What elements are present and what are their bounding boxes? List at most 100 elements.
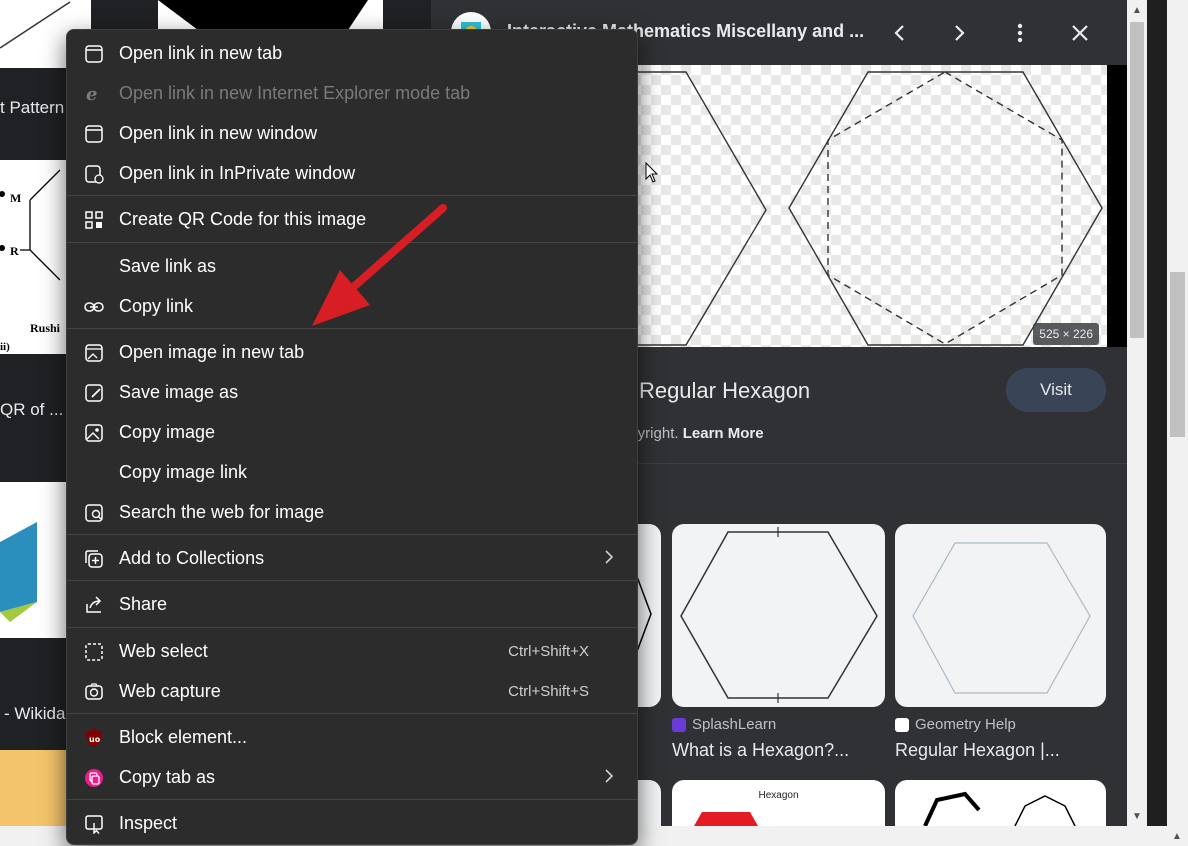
menu-item-copy-link[interactable]: Copy link — [67, 286, 637, 326]
inspect-icon — [83, 813, 105, 835]
result-thumbnail[interactable]: M R Rushi ii) — [0, 160, 66, 354]
page-scroll-up-icon[interactable]: ▲ — [1167, 826, 1187, 846]
menu-item-label: Open link in new Internet Explorer mode … — [119, 82, 471, 103]
page-scroll-thumb[interactable] — [1170, 272, 1185, 437]
menu-item-open-link-new-tab[interactable]: Open link in new tab — [67, 33, 637, 73]
link-icon — [83, 296, 105, 318]
menu-item-label: Create QR Code for this image — [119, 208, 367, 229]
geometry-help-icon — [895, 717, 909, 732]
menu-item-label: Save image as — [119, 381, 239, 402]
related-thumbnail[interactable] — [672, 524, 885, 707]
menu-separator — [67, 627, 637, 628]
copy-tab-extension-icon — [83, 767, 105, 789]
result-title[interactable]: ff Regular Hexagon — [621, 378, 810, 404]
new-window-icon — [83, 123, 105, 145]
result-thumbnail[interactable] — [0, 482, 66, 638]
menu-item-label: Open link in new tab — [119, 42, 283, 63]
menu-item-label: Copy image link — [119, 461, 248, 482]
background-thumbnail[interactable] — [158, 0, 383, 30]
copyright-notice: opyright. Learn More — [621, 425, 764, 442]
menu-item-label: Open image in new tab — [119, 341, 305, 362]
menu-item-open-image-new-tab[interactable]: Open image in new tab — [67, 332, 637, 372]
figure-label: M — [10, 191, 21, 205]
menu-separator — [67, 799, 637, 800]
related-source[interactable]: SplashLearn — [672, 716, 776, 733]
shortcut-text: Ctrl+Shift+S — [508, 682, 589, 700]
menu-item-label: Open link in new window — [119, 122, 318, 143]
share-icon — [83, 594, 105, 616]
menu-item-label: Inspect — [119, 812, 178, 833]
related-caption[interactable]: Regular Hexagon |... — [895, 740, 1060, 761]
menu-separator — [67, 580, 637, 581]
shortcut-text: Ctrl+Shift+X — [508, 642, 589, 660]
related-caption[interactable]: What is a Hexagon?... — [672, 740, 849, 761]
scroll-thumb[interactable] — [1130, 22, 1144, 338]
menu-separator — [67, 713, 637, 714]
chevron-right-icon — [605, 550, 614, 564]
related-source[interactable]: Geometry Help — [895, 716, 1016, 733]
qr-code-icon — [83, 209, 105, 231]
menu-item-web-select[interactable]: Web select Ctrl+Shift+X — [67, 631, 637, 671]
menu-item-copy-tab-as[interactable]: Copy tab as — [67, 757, 637, 797]
menu-item-label: Open link in InPrivate window — [119, 162, 356, 183]
collections-icon — [83, 548, 105, 570]
menu-item-open-link-ie-mode[interactable]: e Open link in new Internet Explorer mod… — [67, 73, 637, 113]
menu-separator — [67, 195, 637, 196]
figure-label: Rushi — [30, 321, 61, 335]
menu-item-copy-image-link[interactable]: Copy image link — [67, 452, 637, 492]
new-tab-icon — [83, 43, 105, 65]
related-source-name: Geometry Help — [915, 716, 1016, 733]
menu-item-label: Share — [119, 593, 168, 614]
previous-icon[interactable] — [883, 16, 917, 50]
page-scrollbar[interactable]: ▲ — [1167, 0, 1188, 846]
menu-item-save-image-as[interactable]: Save image as — [67, 372, 637, 412]
menu-item-open-link-new-window[interactable]: Open link in new window — [67, 113, 637, 153]
figure-label: R — [10, 244, 19, 258]
result-title-text[interactable]: t Pattern — [0, 98, 64, 118]
next-icon[interactable] — [942, 16, 976, 50]
menu-item-label: Web select — [119, 640, 208, 661]
result-title-text[interactable]: QR of ... — [0, 400, 63, 420]
panel-scrollbar[interactable]: ▲ ▼ — [1127, 0, 1147, 826]
scroll-down-icon[interactable]: ▼ — [1127, 806, 1147, 826]
menu-item-label: Save link as — [119, 255, 217, 276]
menu-item-create-qr-code[interactable]: Create QR Code for this image — [67, 199, 637, 239]
menu-item-open-link-inprivate[interactable]: Open link in InPrivate window — [67, 153, 637, 193]
web-capture-icon — [83, 681, 105, 703]
image-dimensions-badge: 525 × 226 — [1033, 323, 1099, 345]
menu-item-label: Copy link — [119, 295, 194, 316]
menu-item-label: Copy tab as — [119, 766, 216, 787]
menu-item-share[interactable]: Share — [67, 584, 637, 624]
menu-item-block-element[interactable]: uo Block element... — [67, 717, 637, 757]
learn-more-link[interactable]: Learn More — [683, 425, 764, 442]
menu-item-save-link-as[interactable]: Save link as — [67, 246, 637, 286]
menu-separator — [67, 242, 637, 243]
result-title-text[interactable]: - Wikida — [4, 704, 65, 724]
scroll-up-icon[interactable]: ▲ — [1127, 0, 1147, 20]
svg-text:uo: uo — [89, 735, 101, 744]
menu-item-label: Web capture — [119, 680, 221, 701]
menu-item-web-capture[interactable]: Web capture Ctrl+Shift+S — [67, 671, 637, 711]
preview-edge — [1107, 65, 1127, 347]
menu-item-search-web-for-image[interactable]: Search the web for image — [67, 492, 637, 532]
menu-item-inspect[interactable]: Inspect — [67, 803, 637, 843]
image-icon — [83, 422, 105, 444]
menu-item-copy-image[interactable]: Copy image — [67, 412, 637, 452]
menu-item-label: Copy image — [119, 421, 216, 442]
svg-text:e: e — [86, 84, 97, 104]
menu-separator — [67, 534, 637, 535]
menu-item-add-to-collections[interactable]: Add to Collections — [67, 538, 637, 578]
chevron-right-icon — [605, 769, 614, 783]
close-icon[interactable] — [1063, 16, 1097, 50]
menu-item-label: Add to Collections — [119, 547, 265, 568]
web-select-icon — [83, 641, 105, 663]
related-thumbnail[interactable] — [895, 524, 1106, 707]
ie-icon: e — [83, 83, 105, 105]
visual-search-icon — [83, 502, 105, 524]
more-options-icon[interactable] — [1003, 16, 1037, 50]
visit-button[interactable]: Visit — [1006, 368, 1106, 412]
image-new-tab-icon — [83, 342, 105, 364]
menu-separator — [67, 328, 637, 329]
ublock-icon: uo — [83, 727, 105, 749]
menu-item-label: Search the web for image — [119, 501, 325, 522]
